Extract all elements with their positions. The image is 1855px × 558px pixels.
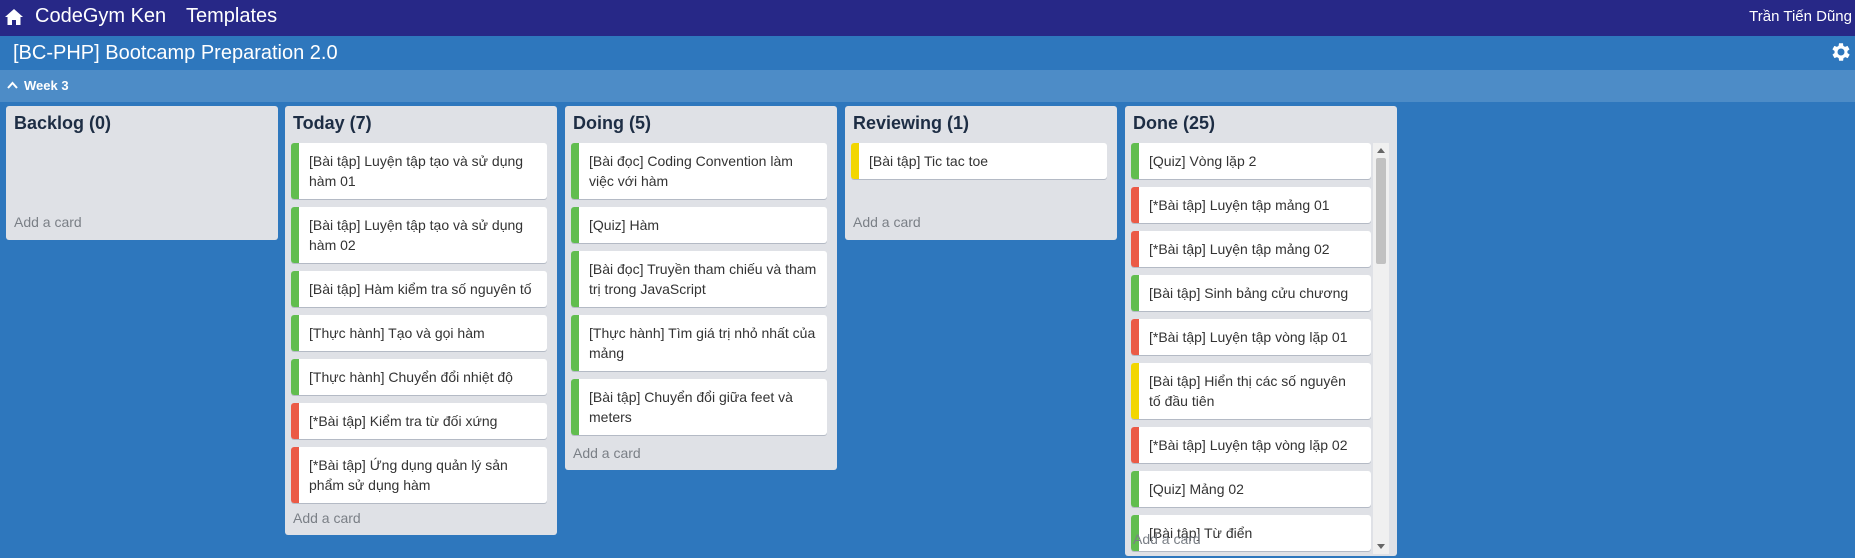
- top-nav: CodeGym Ken Templates Trần Tiến Dũng: [0, 0, 1855, 36]
- card[interactable]: [Bài tập] Hàm kiểm tra số nguyên tố: [291, 271, 547, 307]
- card-title: [Bài tập] Luyện tập tạo và sử dụng hàm 0…: [309, 153, 524, 189]
- scroll-down-arrow-icon[interactable]: [1377, 544, 1385, 549]
- card[interactable]: [Thực hành] Chuyển đổi nhiệt độ: [291, 359, 547, 395]
- label-bar: [1131, 143, 1139, 179]
- list-done: Done (25) [Quiz] Vòng lặp 2 [*Bài tập] L…: [1125, 106, 1397, 556]
- card-title: [Bài tập] Tic tac toe: [869, 153, 989, 169]
- list-title[interactable]: Done (25): [1133, 112, 1215, 134]
- card[interactable]: [Quiz] Mảng 02: [1131, 471, 1371, 507]
- card-list: [Quiz] Vòng lặp 2 [*Bài tập] Luyện tập m…: [1131, 143, 1401, 554]
- scroll-up-arrow-icon[interactable]: [1377, 148, 1385, 153]
- label-bar: [1131, 427, 1139, 463]
- add-card-button[interactable]: Add a card: [853, 213, 921, 231]
- card-title: [Thực hành] Tạo và gọi hàm: [309, 325, 485, 341]
- card-title: [Thực hành] Chuyển đổi nhiệt độ: [309, 369, 513, 385]
- label-bar: [851, 143, 859, 179]
- label-bar: [571, 379, 579, 435]
- brand-link[interactable]: CodeGym Ken: [35, 5, 166, 27]
- home-icon[interactable]: [4, 8, 24, 26]
- card-title: [Bài tập] Chuyển đổi giữa feet và meters: [589, 389, 793, 425]
- card-title: [*Bài tập] Luyện tập mảng 01: [1149, 197, 1330, 213]
- gear-icon[interactable]: [1829, 40, 1853, 64]
- scrollbar[interactable]: [1373, 143, 1389, 554]
- card[interactable]: [*Bài tập] Kiểm tra từ đối xứng: [291, 403, 547, 439]
- card-title: [Quiz] Vòng lặp 2: [1149, 153, 1257, 169]
- label-bar: [1131, 471, 1139, 507]
- label-bar: [1131, 275, 1139, 311]
- label-bar: [571, 143, 579, 199]
- templates-link[interactable]: Templates: [186, 5, 277, 27]
- list-title[interactable]: Doing (5): [573, 112, 651, 134]
- card-title: [Bài đọc] Truyền tham chiếu và tham trị …: [589, 261, 817, 297]
- label-bar: [291, 143, 299, 199]
- card[interactable]: [*Bài tập] Luyện tập vòng lặp 02: [1131, 427, 1371, 463]
- card[interactable]: [Quiz] Hàm: [571, 207, 827, 243]
- list-doing: Doing (5) [Bài đọc] Coding Convention là…: [565, 106, 837, 470]
- card[interactable]: [Bài tập] Luyện tập tạo và sử dụng hàm 0…: [291, 143, 547, 199]
- card-list: [Bài đọc] Coding Convention làm việc với…: [571, 143, 831, 443]
- card-title: [Quiz] Mảng 02: [1149, 481, 1244, 497]
- list-title[interactable]: Today (7): [293, 112, 372, 134]
- week-label: Week 3: [24, 78, 69, 93]
- card-title: [Bài tập] Sinh bảng cửu chương: [1149, 285, 1349, 301]
- card-title: [Thực hành] Tìm giá trị nhỏ nhất của mản…: [589, 325, 816, 361]
- add-card-button[interactable]: Add a card: [573, 444, 641, 462]
- label-bar: [1131, 363, 1139, 419]
- label-bar: [1131, 319, 1139, 355]
- week-section-header[interactable]: Week 3: [0, 70, 1855, 102]
- card-title: [*Bài tập] Luyện tập vòng lặp 01: [1149, 329, 1348, 345]
- card[interactable]: [Bài tập] Tic tac toe: [851, 143, 1107, 179]
- card-title: [Quiz] Hàm: [589, 217, 660, 233]
- card[interactable]: [Bài đọc] Coding Convention làm việc với…: [571, 143, 827, 199]
- card-list: [Bài tập] Luyện tập tạo và sử dụng hàm 0…: [291, 143, 551, 511]
- label-bar: [291, 271, 299, 307]
- board-header: [BC-PHP] Bootcamp Preparation 2.0: [0, 36, 1855, 70]
- card[interactable]: [Thực hành] Tìm giá trị nhỏ nhất của mản…: [571, 315, 827, 371]
- card[interactable]: [Quiz] Vòng lặp 2: [1131, 143, 1371, 179]
- card-title: [Bài đọc] Coding Convention làm việc với…: [589, 153, 793, 189]
- list-title[interactable]: Backlog (0): [14, 112, 111, 134]
- card[interactable]: [*Bài tập] Ứng dụng quản lý sản phẩm sử …: [291, 447, 547, 503]
- scroll-thumb[interactable]: [1376, 158, 1386, 264]
- label-bar: [291, 207, 299, 263]
- label-bar: [1131, 231, 1139, 267]
- card-title: [*Bài tập] Ứng dụng quản lý sản phẩm sử …: [309, 457, 508, 493]
- card[interactable]: [Bài tập] Sinh bảng cửu chương: [1131, 275, 1371, 311]
- card-list: [Bài tập] Tic tac toe: [851, 143, 1111, 187]
- add-card-button[interactable]: Add a card: [293, 509, 361, 527]
- user-name[interactable]: Trần Tiến Dũng: [1749, 8, 1852, 26]
- label-bar: [291, 359, 299, 395]
- card-title: [*Bài tập] Luyện tập vòng lặp 02: [1149, 437, 1348, 453]
- add-card-button[interactable]: Add a card: [1133, 530, 1201, 548]
- list-reviewing: Reviewing (1) [Bài tập] Tic tac toe Add …: [845, 106, 1117, 240]
- card-title: [*Bài tập] Luyện tập mảng 02: [1149, 241, 1330, 257]
- card-title: [Bài tập] Hiển thị các số nguyên tố đầu …: [1149, 373, 1346, 409]
- list-backlog: Backlog (0) Add a card: [6, 106, 278, 240]
- card-title: [*Bài tập] Kiểm tra từ đối xứng: [309, 413, 498, 429]
- card[interactable]: [Thực hành] Tạo và gọi hàm: [291, 315, 547, 351]
- card[interactable]: [*Bài tập] Luyện tập mảng 01: [1131, 187, 1371, 223]
- label-bar: [291, 403, 299, 439]
- card[interactable]: [Bài tập] Chuyển đổi giữa feet và meters: [571, 379, 827, 435]
- label-bar: [571, 315, 579, 371]
- label-bar: [291, 315, 299, 351]
- label-bar: [571, 251, 579, 307]
- label-bar: [1131, 187, 1139, 223]
- label-bar: [291, 447, 299, 503]
- card[interactable]: [Bài đọc] Truyền tham chiếu và tham trị …: [571, 251, 827, 307]
- chevron-up-icon[interactable]: [7, 81, 18, 89]
- board-title[interactable]: [BC-PHP] Bootcamp Preparation 2.0: [13, 42, 338, 64]
- card[interactable]: [Bài tập] Luyện tập tạo và sử dụng hàm 0…: [291, 207, 547, 263]
- card[interactable]: [*Bài tập] Luyện tập mảng 02: [1131, 231, 1371, 267]
- list-today: Today (7) [Bài tập] Luyện tập tạo và sử …: [285, 106, 557, 535]
- add-card-button[interactable]: Add a card: [14, 213, 82, 231]
- card-title: [Bài tập] Hàm kiểm tra số nguyên tố: [309, 281, 532, 297]
- card[interactable]: [*Bài tập] Luyện tập vòng lặp 01: [1131, 319, 1371, 355]
- card[interactable]: [Bài tập] Hiển thị các số nguyên tố đầu …: [1131, 363, 1371, 419]
- list-title[interactable]: Reviewing (1): [853, 112, 969, 134]
- label-bar: [571, 207, 579, 243]
- card-title: [Bài tập] Luyện tập tạo và sử dụng hàm 0…: [309, 217, 524, 253]
